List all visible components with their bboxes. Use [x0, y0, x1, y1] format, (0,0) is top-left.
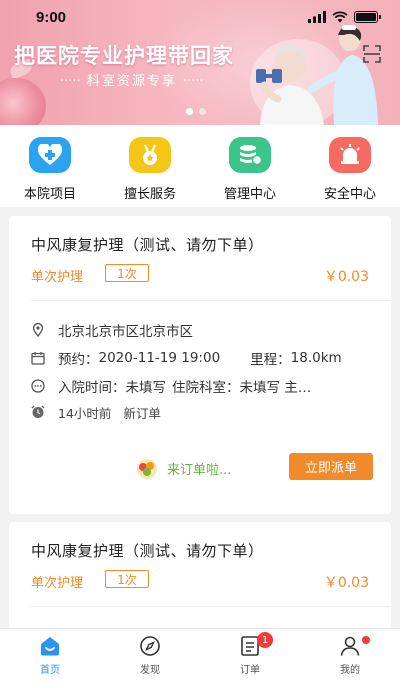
- quick-nav-label: 擅长服务: [123, 187, 176, 202]
- promo-banner[interactable]: 9:00 把医院专业护理带回家 ····· 科室资源专享 ·····: [0, 0, 400, 125]
- tab-discover[interactable]: 发现: [100, 629, 200, 700]
- quick-nav-label: 本院项目: [23, 187, 76, 202]
- tab-label: 订单: [240, 665, 260, 676]
- medical-kit-icon: [29, 137, 71, 173]
- fruit-basket-icon: [137, 459, 157, 479]
- tab-orders[interactable]: 1 订单: [200, 629, 300, 700]
- tab-label: 首页: [40, 665, 60, 676]
- quick-nav-management-center[interactable]: 管理中心: [200, 125, 300, 207]
- nurse-and-elderly-illustration: [250, 25, 378, 125]
- order-address-row: 北京北京市区北京市区: [31, 320, 375, 340]
- banner-subtitle: ····· 科室资源专享 ·····: [60, 74, 204, 89]
- wifi-icon: [332, 11, 348, 23]
- order-title: 中风康复护理（测试、请勿下单）: [31, 542, 264, 560]
- distance-label: 里程：: [250, 352, 291, 368]
- medal-icon: [129, 137, 171, 173]
- order-title: 中风康复护理（测试、请勿下单）: [31, 236, 264, 254]
- orders-badge: 1: [257, 632, 273, 648]
- order-status: 新订单: [123, 405, 161, 421]
- status-time: 9:00: [36, 8, 67, 26]
- order-appointment-row: 预约： 2020-11-19 19:00 里程： 18.0km: [31, 348, 375, 368]
- tab-label: 我的: [340, 665, 360, 676]
- profile-icon: [340, 636, 360, 656]
- banner-rose-decoration: [0, 78, 46, 125]
- tab-home[interactable]: 首页: [0, 629, 100, 700]
- admission-label: 入院时间：: [58, 380, 126, 396]
- order-type: 单次护理: [31, 270, 84, 285]
- hint-text: 来订单啦...: [167, 462, 232, 478]
- order-type: 单次护理: [31, 576, 84, 591]
- divider: [31, 606, 391, 607]
- banner-title: 把医院专业护理带回家: [14, 44, 234, 68]
- distance-value: 18.0km: [290, 350, 342, 366]
- order-count-tag: 1次: [105, 264, 149, 282]
- signal-icon: [308, 11, 326, 23]
- appointment-label: 预约：: [58, 352, 99, 368]
- order-price: ￥0.03: [323, 575, 369, 591]
- alarm-light-icon: [329, 137, 371, 173]
- order-count-tag: 1次: [105, 570, 149, 588]
- dispatch-now-button[interactable]: 立即派单: [289, 453, 373, 480]
- quick-nav-hospital-projects[interactable]: 本院项目: [0, 125, 100, 207]
- location-pin-icon: [32, 323, 44, 337]
- calendar-icon: [31, 352, 45, 365]
- order-card[interactable]: 中风康复护理（测试、请勿下单） 单次护理 1次 ￥0.03: [9, 522, 391, 632]
- order-time-ago: 14小时前: [58, 405, 112, 421]
- alarm-clock-icon: [31, 405, 45, 418]
- order-admission-row: 入院时间： 未填写 住院科室： 未填写 主…: [31, 376, 375, 396]
- database-icon: [229, 137, 271, 173]
- appointment-time: 2020-11-19 19:00: [98, 350, 221, 366]
- divider: [31, 300, 391, 301]
- battery-icon: [354, 11, 381, 23]
- order-price: ￥0.03: [323, 269, 369, 285]
- new-order-hint: 来订单啦...: [135, 456, 231, 480]
- quick-nav-label: 管理中心: [223, 187, 276, 202]
- quick-nav-specialty-services[interactable]: 擅长服务: [100, 125, 200, 207]
- compass-icon: [140, 636, 160, 656]
- more-dots-icon: [31, 379, 45, 393]
- bottom-tab-bar: 首页 发现 1 订单 我的: [0, 628, 400, 700]
- status-icons: [308, 11, 381, 23]
- order-time-row: 14小时前 新订单: [31, 402, 375, 422]
- order-address: 北京北京市区北京市区: [58, 324, 193, 340]
- admission-value: 未填写: [125, 380, 167, 396]
- home-icon: [41, 637, 59, 656]
- scan-icon[interactable]: [362, 44, 382, 64]
- profile-notification-dot: [362, 636, 370, 644]
- department-value: 未填写 主…: [239, 380, 312, 396]
- order-card[interactable]: 中风康复护理（测试、请勿下单） 单次护理 1次 ￥0.03 北京北京市区北京市区…: [9, 216, 391, 514]
- banner-pager: [186, 108, 206, 115]
- quick-nav-label: 安全中心: [323, 187, 376, 202]
- department-label: 住院科室：: [172, 380, 240, 396]
- pager-dot-active[interactable]: [186, 108, 193, 115]
- quick-nav-safety-center[interactable]: 安全中心: [300, 125, 400, 207]
- pager-dot[interactable]: [199, 108, 206, 115]
- tab-profile[interactable]: 我的: [300, 629, 400, 700]
- quick-nav: 本院项目 擅长服务 管理中心 安全中心: [0, 125, 400, 207]
- tab-label: 发现: [140, 665, 160, 676]
